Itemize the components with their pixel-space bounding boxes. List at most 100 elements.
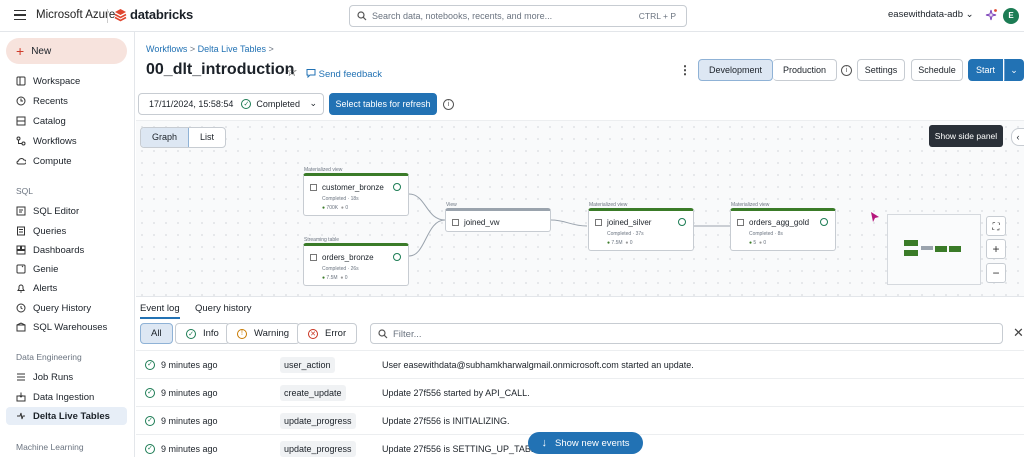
- kebab-menu-icon[interactable]: ⋮: [679, 63, 691, 77]
- table-row[interactable]: ✓ 9 minutes ago user_action User easewit…: [136, 350, 1024, 378]
- sidebar-item-delta-live-tables[interactable]: Delta Live Tables: [6, 407, 127, 425]
- close-icon[interactable]: ✕: [1013, 325, 1024, 341]
- schedule-button[interactable]: Schedule: [911, 59, 963, 81]
- breadcrumb-separator: >: [268, 44, 274, 54]
- azure-label[interactable]: Microsoft Azure: [36, 9, 115, 21]
- query-icon: [16, 226, 26, 236]
- sidebar-item-data-ingestion[interactable]: Data Ingestion: [6, 388, 127, 406]
- filter-error-button[interactable]: ✕ Error: [297, 323, 358, 344]
- zoom-in-button[interactable]: +: [986, 239, 1006, 259]
- avatar[interactable]: E: [1003, 8, 1019, 24]
- event-type: create_update: [280, 385, 346, 401]
- assistant-sparkle-icon[interactable]: [985, 9, 997, 21]
- node-name: orders_agg_gold: [749, 218, 810, 227]
- error-icon: ✕: [308, 328, 318, 339]
- table-row[interactable]: ✓ 9 minutes ago create_update Update 27f…: [136, 378, 1024, 406]
- node-status: Completed · 37s: [607, 231, 644, 237]
- graph-node-joined-vw[interactable]: joined_vw: [445, 208, 551, 232]
- list-icon: [16, 372, 26, 382]
- sidebar-item-workflows[interactable]: Workflows: [6, 132, 127, 150]
- sidebar-item-label: Compute: [33, 155, 72, 167]
- filter-warning-button[interactable]: ! Warning: [226, 323, 301, 344]
- zoom-out-button[interactable]: −: [986, 263, 1006, 283]
- pipeline-icon: [16, 411, 26, 421]
- breadcrumb-workflows[interactable]: Workflows: [146, 44, 187, 54]
- development-button[interactable]: Development: [698, 59, 773, 81]
- node-name: joined_vw: [464, 218, 500, 227]
- tab-query-history[interactable]: Query history: [195, 303, 252, 314]
- check-circle-icon: ✓: [145, 444, 155, 454]
- info-icon[interactable]: i: [841, 65, 852, 76]
- event-type: user_action: [280, 357, 335, 373]
- breadcrumb-delta-live-tables[interactable]: Delta Live Tables: [198, 44, 266, 54]
- star-icon[interactable]: ☆: [286, 64, 298, 80]
- graph-node-orders-bronze[interactable]: orders_bronze Completed · 26s ● 7.5M ● 0: [303, 243, 409, 286]
- filter-placeholder: Filter...: [393, 329, 422, 340]
- filter-all-button[interactable]: All: [140, 323, 173, 344]
- sidebar-item-dashboards[interactable]: Dashboards: [6, 241, 127, 259]
- tab-event-log[interactable]: Event log: [140, 303, 180, 319]
- settings-button[interactable]: Settings: [857, 59, 905, 81]
- info-icon[interactable]: i: [443, 99, 454, 110]
- start-button[interactable]: Start: [968, 59, 1003, 81]
- sidebar-item-label: Query History: [33, 302, 92, 314]
- sidebar-item-queries[interactable]: Queries: [6, 222, 127, 240]
- table-row[interactable]: ✓ 9 minutes ago update_progress Update 2…: [136, 406, 1024, 434]
- node-status: Completed · 8s: [749, 231, 783, 237]
- workspace-switcher[interactable]: easewithdata-adb ⌄: [888, 9, 974, 20]
- sidebar-item-recents[interactable]: Recents: [6, 92, 127, 110]
- sidebar-item-workspace[interactable]: Workspace: [6, 72, 127, 90]
- new-button[interactable]: + New: [6, 38, 127, 64]
- editor-icon: [16, 206, 26, 216]
- menu-icon[interactable]: [14, 10, 26, 21]
- sidebar-item-label: Genie: [33, 263, 59, 275]
- production-button[interactable]: Production: [773, 59, 837, 81]
- filter-info-button[interactable]: ✓ Info: [175, 323, 230, 344]
- top-bar: Microsoft Azure databricks Search data, …: [0, 0, 1024, 32]
- event-filter-input[interactable]: Filter...: [370, 323, 1003, 344]
- graph-node-joined-silver[interactable]: joined_silver Completed · 37s ● 7.5M ● 0: [588, 208, 694, 251]
- node-metrics: ● 7.5M ● 0: [607, 240, 633, 246]
- plus-icon: +: [992, 242, 1000, 256]
- chevron-down-icon: ⌄: [1010, 64, 1018, 75]
- sidebar-item-label: Workflows: [33, 135, 77, 147]
- update-selector[interactable]: 17/11/2024, 15:58:54 ✓ Completed ⌄: [138, 93, 324, 115]
- sidebar-item-label: SQL Warehouses: [33, 321, 108, 333]
- history-icon: [16, 303, 26, 313]
- view-icon: [452, 219, 459, 226]
- sidebar-item-sql-warehouses[interactable]: SQL Warehouses: [6, 318, 127, 336]
- sidebar-item-compute[interactable]: Compute: [6, 152, 127, 170]
- sidebar-item-catalog[interactable]: Catalog: [6, 112, 127, 130]
- sidebar-item-genie[interactable]: Genie: [6, 260, 127, 278]
- send-feedback-link[interactable]: Send feedback: [306, 68, 382, 80]
- search-placeholder: Search data, notebooks, recents, and mor…: [372, 11, 553, 21]
- sidebar-item-job-runs[interactable]: Job Runs: [6, 368, 127, 386]
- sidebar-item-query-history[interactable]: Query History: [6, 299, 127, 317]
- warehouse-icon: [16, 322, 26, 332]
- fit-view-button[interactable]: ⛶: [986, 216, 1006, 236]
- sidebar-item-label: Catalog: [33, 115, 66, 127]
- databricks-brand[interactable]: databricks: [130, 7, 193, 22]
- select-tables-refresh-button[interactable]: Select tables for refresh: [329, 93, 437, 115]
- sidebar-item-label: SQL Editor: [33, 205, 80, 217]
- expand-icon: ⛶: [992, 222, 1000, 233]
- sidebar-item-label: Queries: [33, 225, 67, 237]
- check-circle-icon: [393, 183, 401, 191]
- sidebar-item-alerts[interactable]: Alerts: [6, 279, 127, 297]
- event-message: Update 27f556 is INITIALIZING.: [382, 416, 510, 426]
- start-dropdown-button[interactable]: ⌄: [1004, 59, 1024, 81]
- global-search-input[interactable]: Search data, notebooks, recents, and mor…: [349, 5, 687, 27]
- show-new-events-button[interactable]: ↓ Show new events: [528, 432, 643, 454]
- graph-node-orders-agg-gold[interactable]: orders_agg_gold Completed · 8s ● 5 ● 0: [730, 208, 836, 251]
- event-type: update_progress: [280, 413, 356, 429]
- sidebar-item-sql-editor[interactable]: SQL Editor: [6, 202, 127, 220]
- catalog-icon: [16, 116, 26, 126]
- update-time: 17/11/2024, 15:58:54: [149, 99, 234, 109]
- warning-icon: !: [237, 328, 247, 339]
- node-metrics: ● 5 ● 0: [749, 240, 767, 246]
- table-icon: [310, 184, 317, 191]
- graph-minimap[interactable]: [887, 214, 981, 285]
- graph-node-customer-bronze[interactable]: customer_bronze Completed · 18s ● 700K ●…: [303, 173, 409, 216]
- breadcrumb: Workflows > Delta Live Tables >: [146, 44, 274, 54]
- clock-icon: [16, 96, 26, 106]
